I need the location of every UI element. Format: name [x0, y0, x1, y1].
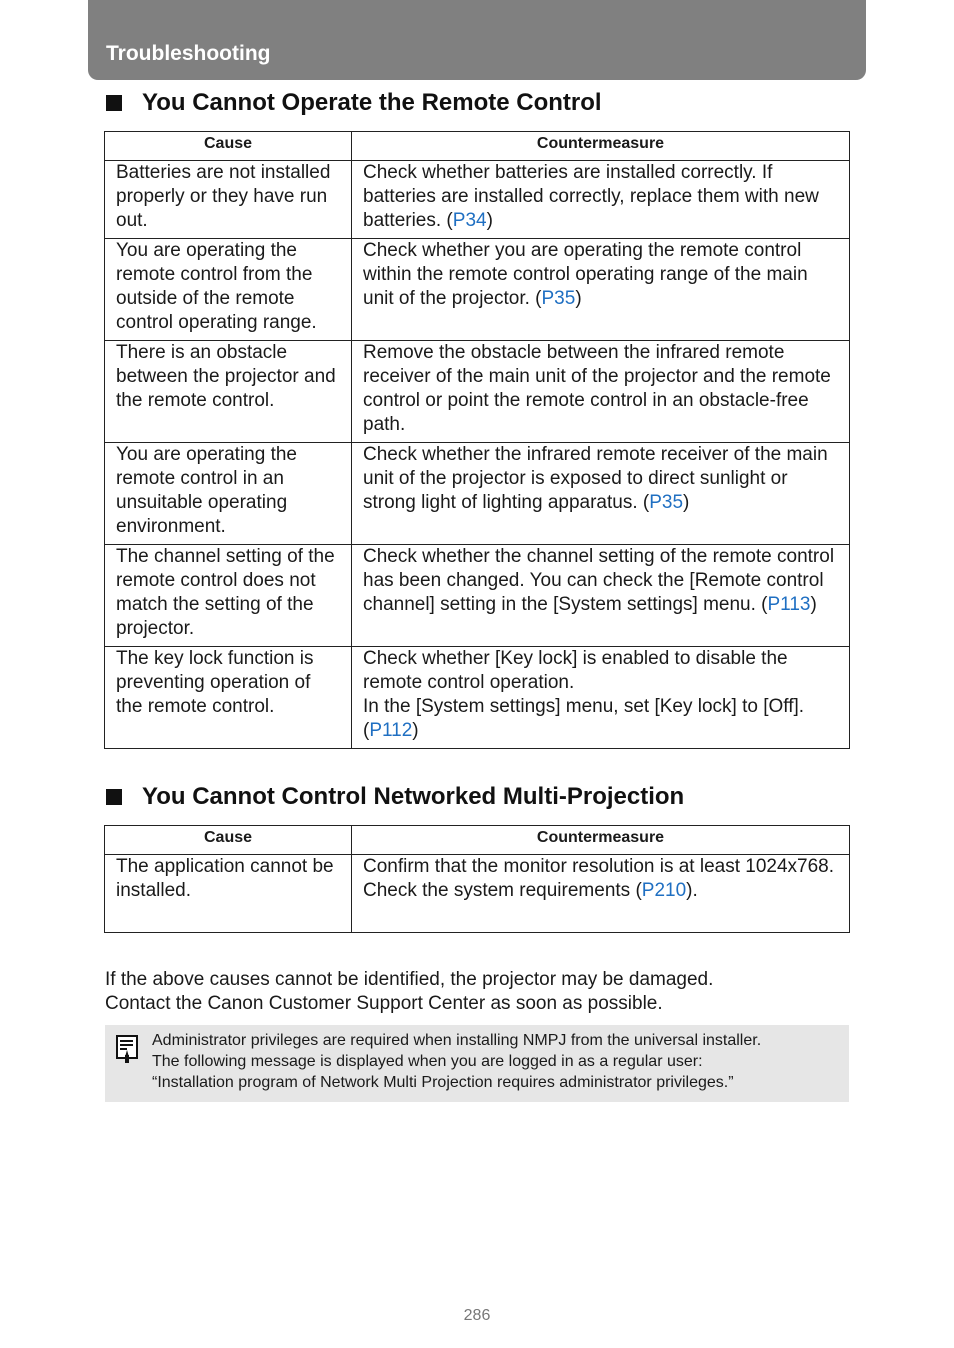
cause-cell: Batteries are not installed properly or …: [104, 160, 352, 239]
page-reference-link[interactable]: P113: [767, 594, 810, 615]
section-title-text: You Cannot Control Networked Multi-Proje…: [142, 783, 685, 810]
countermeasure-cell: Check whether you are operating the remo…: [351, 238, 850, 341]
cause-cell: You are operating the remote control fro…: [104, 238, 352, 341]
countermeasure-text: ).: [686, 880, 698, 901]
note-line: “Installation program of Network Multi P…: [152, 1074, 734, 1091]
countermeasure-text: ): [575, 288, 582, 309]
chapter-title: Troubleshooting: [106, 42, 271, 65]
countermeasure-text: ): [810, 594, 817, 615]
table-row: The channel setting of the remote contro…: [104, 544, 850, 647]
bullet-square-icon: [106, 95, 122, 111]
cause-cell: The application cannot be installed.: [104, 854, 352, 933]
countermeasure-cell: Check whether the channel setting of the…: [351, 544, 850, 647]
page-number: 286: [463, 1307, 491, 1324]
column-header-cause: Cause: [104, 825, 352, 855]
page-reference-link[interactable]: P210: [642, 880, 686, 901]
page-reference-link[interactable]: P35: [542, 288, 576, 309]
bullet-square-icon: [106, 789, 122, 805]
page-reference-link[interactable]: P112: [369, 720, 412, 741]
paragraph-line: If the above causes cannot be identified…: [105, 969, 714, 990]
countermeasure-cell: Remove the obstacle between the infrared…: [351, 340, 850, 443]
chapter-header-bar: Troubleshooting: [88, 0, 866, 80]
remote-control-table: Cause Countermeasure Batteries are not i…: [104, 131, 850, 749]
page-reference-link[interactable]: P35: [649, 492, 683, 513]
countermeasure-text: Remove the obstacle between the infrared…: [363, 342, 831, 435]
note-box: Administrator privileges are required wh…: [105, 1025, 849, 1102]
section-title-text: You Cannot Operate the Remote Control: [142, 89, 602, 116]
memo-note-icon: [116, 1035, 138, 1063]
paragraph-line: Contact the Canon Customer Support Cente…: [105, 993, 663, 1014]
countermeasure-text: Confirm that the monitor resolution is a…: [363, 856, 835, 877]
section-title-multi-projection: You Cannot Control Networked Multi-Proje…: [106, 783, 684, 811]
countermeasure-text: In the [System settings] menu, set [Key …: [363, 696, 805, 741]
countermeasure-text: ): [486, 210, 493, 231]
note-text: Administrator privileges are required wh…: [152, 1030, 761, 1093]
note-line: Administrator privileges are required wh…: [152, 1032, 762, 1049]
section-title-remote-control: You Cannot Operate the Remote Control: [106, 89, 602, 117]
countermeasure-text: Check whether batteries are installed co…: [363, 162, 819, 231]
countermeasure-cell: Confirm that the monitor resolution is a…: [351, 854, 850, 933]
table-row: The application cannot be installed. Conf…: [104, 854, 850, 933]
countermeasure-text: Check whether [Key lock] is enabled to d…: [363, 648, 788, 693]
table-row: The key lock function is preventing oper…: [104, 646, 850, 749]
countermeasure-text: Check whether the channel setting of the…: [363, 546, 835, 615]
countermeasure-text: ): [683, 492, 690, 513]
table-header-row: Cause Countermeasure: [104, 825, 850, 855]
column-header-countermeasure: Countermeasure: [351, 825, 850, 855]
column-header-countermeasure: Countermeasure: [351, 131, 850, 161]
multi-projection-table: Cause Countermeasure The application can…: [104, 825, 850, 933]
table-header-row: Cause Countermeasure: [104, 131, 850, 161]
countermeasure-text: Check the system requirements (: [363, 880, 642, 901]
cause-cell: You are operating the remote control in …: [104, 442, 352, 545]
column-header-cause: Cause: [104, 131, 352, 161]
page-reference-link[interactable]: P34: [453, 210, 487, 231]
cause-cell: The channel setting of the remote contro…: [104, 544, 352, 647]
countermeasure-cell: Check whether [Key lock] is enabled to d…: [351, 646, 850, 749]
cause-cell: There is an obstacle between the project…: [104, 340, 352, 443]
cause-cell: The key lock function is preventing oper…: [104, 646, 352, 749]
note-line: The following message is displayed when …: [152, 1053, 703, 1070]
damage-advice-paragraph: If the above causes cannot be identified…: [105, 968, 713, 1016]
table-row: Batteries are not installed properly or …: [104, 160, 850, 239]
table-row: You are operating the remote control fro…: [104, 238, 850, 341]
countermeasure-cell: Check whether batteries are installed co…: [351, 160, 850, 239]
countermeasure-text: Check whether you are operating the remo…: [363, 240, 808, 309]
table-row: You are operating the remote control in …: [104, 442, 850, 545]
countermeasure-text: Check whether the infrared remote receiv…: [363, 444, 828, 513]
countermeasure-text: ): [412, 720, 419, 741]
table-row: There is an obstacle between the project…: [104, 340, 850, 443]
countermeasure-cell: Check whether the infrared remote receiv…: [351, 442, 850, 545]
